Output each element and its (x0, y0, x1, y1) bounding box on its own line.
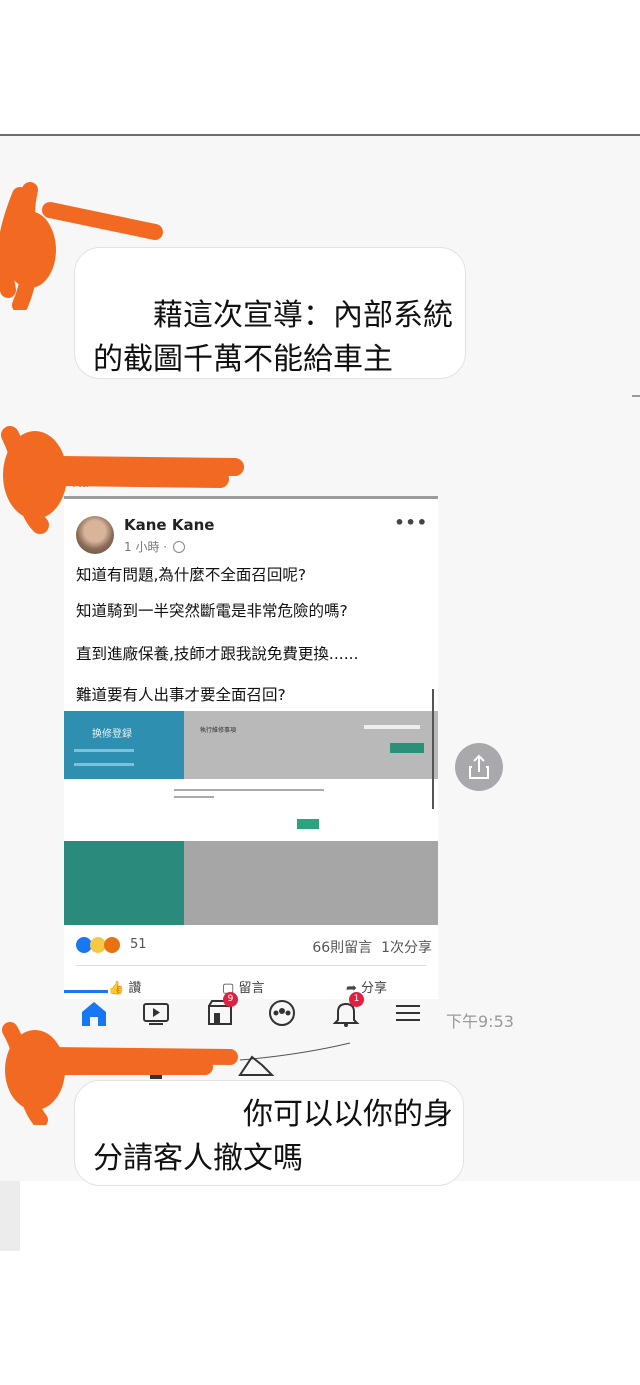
redaction-scribble (1, 426, 244, 534)
system-menu-item (74, 749, 134, 752)
top-blank-area (0, 0, 640, 134)
system-title: 换修登録 (92, 729, 132, 740)
message-timestamp: 下午9:53 (446, 1012, 514, 1031)
menu-icon (396, 1005, 420, 1021)
globe-icon (172, 541, 185, 553)
post-text-line: 知道騎到一半突然斷電是非常危險的嗎? (76, 602, 348, 620)
post-time-text: 1 小時 · (124, 540, 171, 554)
post-text-line: 直到進廠保養,技師才跟我說免費更換...... (76, 645, 359, 663)
system-sidebar-bottom (64, 841, 184, 925)
groups-icon (269, 1000, 295, 1026)
notifications-tab: 1 (330, 992, 364, 1028)
share-button[interactable] (455, 743, 503, 791)
post-text-line: 知道有問題,為什麼不全面召回呢? (76, 566, 307, 584)
more-options-icon: ••• (394, 513, 428, 532)
post-text-line: 難道要有人出事才要全面召回? (76, 686, 286, 704)
reaction-count: 51 (130, 937, 147, 952)
system-form-button (390, 743, 424, 753)
scroll-indicator (432, 689, 434, 809)
marketplace-badge: 9 (223, 992, 238, 1007)
active-tab-indicator (64, 990, 108, 993)
share-count: 1次分享 (381, 940, 432, 956)
comment-count: 66則留言 (312, 940, 373, 956)
embedded-system-screenshot: 换修登録 執行維修事項 (64, 711, 438, 925)
action-divider (76, 965, 426, 966)
share-icon (469, 754, 489, 779)
system-confirm-button (297, 819, 319, 829)
redaction-scribble (0, 182, 163, 310)
system-masked-field (364, 725, 420, 729)
shared-image-facebook-post[interactable]: Kane Kane 1 小時 · ••• 知道有問題,為什麼不全面召回呢? 知道… (64, 496, 438, 999)
system-menu-item (74, 763, 134, 766)
system-sidebar (64, 711, 184, 779)
redaction-scribble (2, 1022, 238, 1125)
reaction-row: 51 66則留言 1次分享 (76, 937, 436, 957)
notice-lines-graphic (174, 789, 324, 798)
notifications-badge: 1 (349, 992, 364, 1007)
bottom-strip (0, 1181, 20, 1251)
system-notice-text (174, 787, 324, 806)
post-time: 1 小時 · (124, 538, 185, 555)
edge-mark (632, 395, 640, 397)
angry-reaction-icon (104, 937, 120, 953)
system-form-label: 執行維修事項 (200, 727, 237, 734)
post-stats: 66則留言 1次分享 (312, 937, 432, 957)
bottom-blank-area (0, 1181, 640, 1385)
system-overlay-panel (184, 841, 438, 925)
